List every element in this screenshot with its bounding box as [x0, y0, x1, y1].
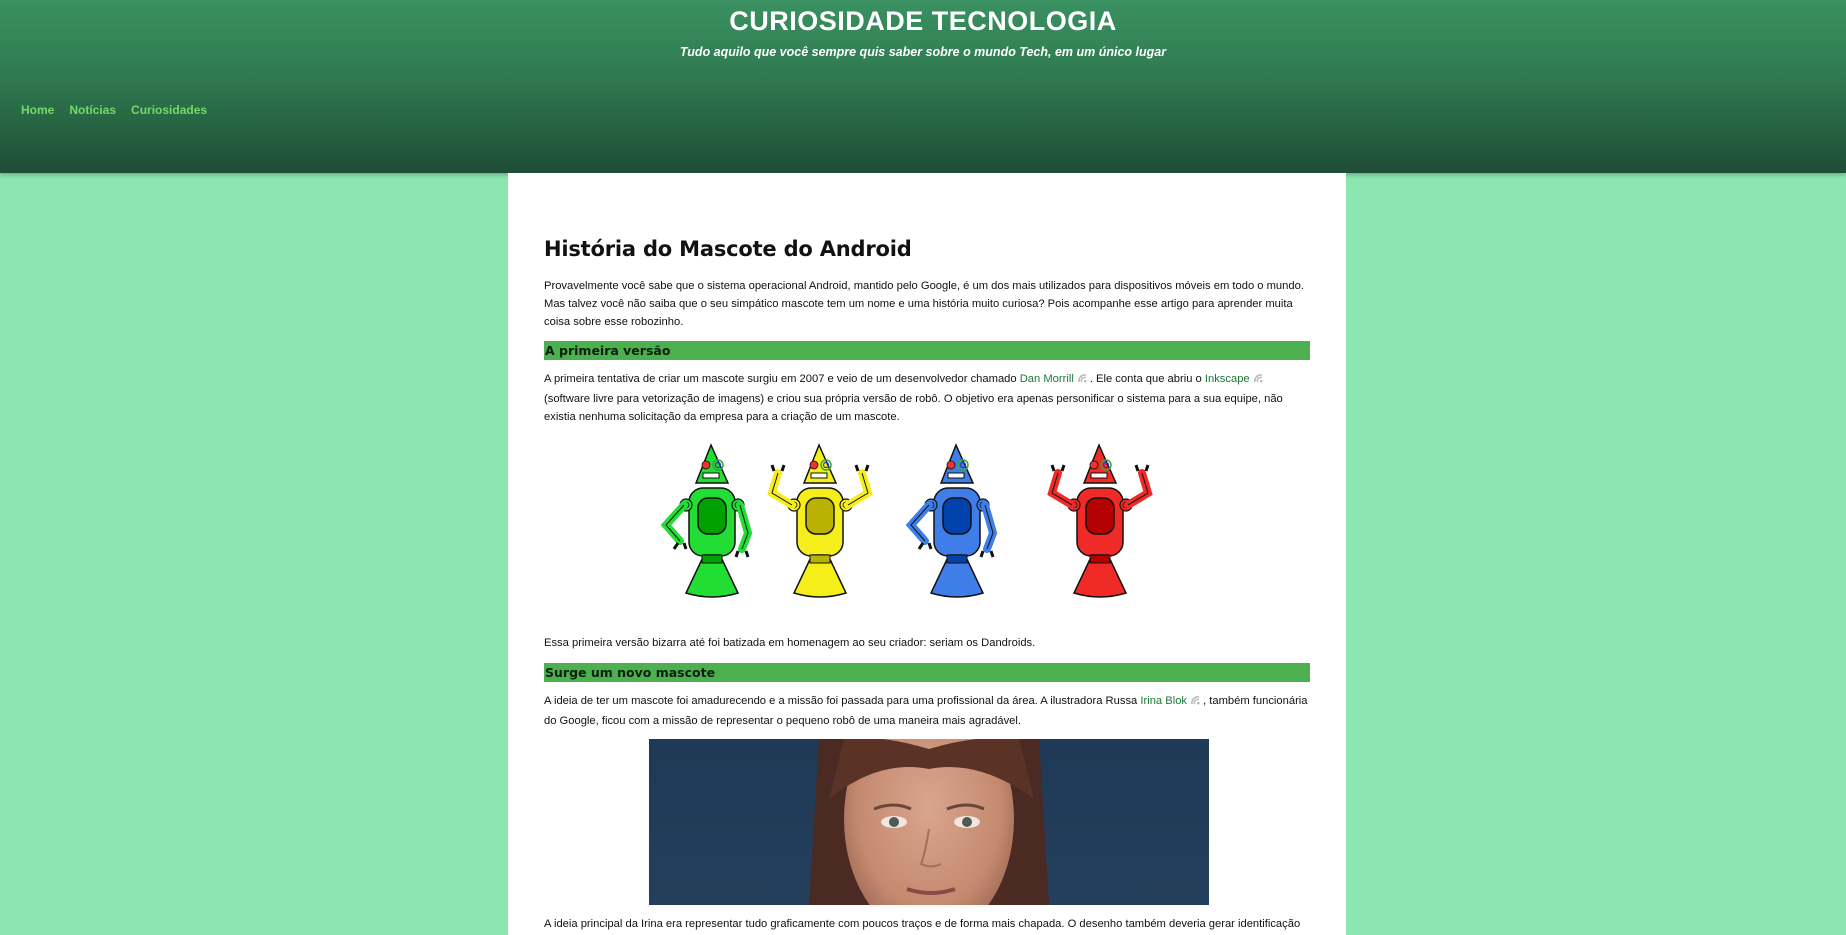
main-nav: Home Notícias Curiosidades: [21, 103, 207, 117]
external-link-icon: [1190, 694, 1201, 712]
section1-after-image: Essa primeira versão bizarra até foi bat…: [544, 637, 1036, 649]
inkscape-link[interactable]: Inkscape: [1205, 373, 1250, 385]
nav-noticias-link[interactable]: Notícias: [69, 103, 116, 117]
robot-figure: [767, 443, 873, 598]
external-link-icon: [1253, 372, 1264, 390]
site-subtitle: Tudo aquilo que você sempre quis saber s…: [679, 45, 1167, 59]
dandroids-robots-image: [660, 443, 1153, 598]
article-title: História do Mascote do Android: [544, 237, 912, 261]
irina-blok-photo: [649, 739, 1209, 905]
text-span: A ideia de ter um mascote foi amadurecen…: [544, 695, 1141, 707]
external-link-icon: [1077, 372, 1088, 390]
section-heading-novo-mascote: Surge um novo mascote: [544, 663, 1310, 682]
article-container: História do Mascote do Android Provavelm…: [508, 173, 1346, 935]
irina-blok-link[interactable]: Irina Blok: [1140, 695, 1187, 707]
robot-figure: [905, 443, 998, 598]
nav-curiosidades-link[interactable]: Curiosidades: [131, 103, 207, 117]
nav-home-link[interactable]: Home: [21, 103, 54, 117]
text-span: A primeira tentativa de criar um mascote…: [544, 373, 1020, 385]
portrait-illustration: [809, 739, 1049, 905]
robot-figure: [1047, 443, 1153, 598]
article-intro: Provavelmente você sabe que o sistema op…: [544, 280, 1304, 328]
site-header: CURIOSIDADE TECNOLOGIA Tudo aquilo que v…: [0, 0, 1846, 173]
text-span: . Ele conta que abriu o: [1089, 373, 1205, 385]
section2-paragraph: A ideia de ter um mascote foi amadurecen…: [544, 692, 1310, 730]
site-title: CURIOSIDADE TECNOLOGIA: [729, 6, 1117, 36]
section-heading-primeira-versao: A primeira versão: [544, 341, 1310, 360]
section2-after-photo: A ideia principal da Irina era represent…: [544, 918, 1301, 930]
section1-paragraph: A primeira tentativa de criar um mascote…: [544, 370, 1310, 426]
robot-figure: [660, 443, 753, 598]
text-span: (software livre para vetorização de imag…: [544, 393, 1283, 423]
dan-morrill-link[interactable]: Dan Morrill: [1020, 373, 1074, 385]
